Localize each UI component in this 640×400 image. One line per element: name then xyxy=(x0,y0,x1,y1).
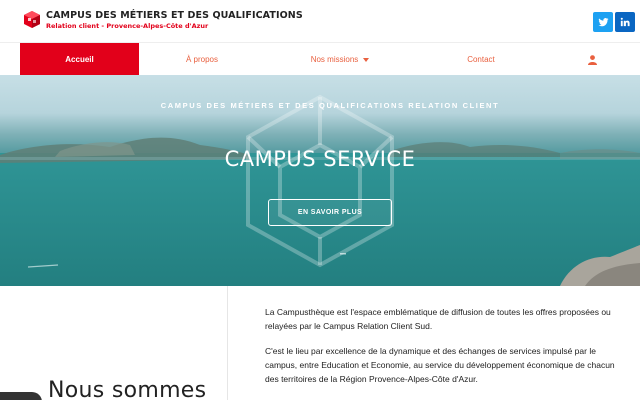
nav-item-a-propos[interactable]: À propos xyxy=(139,43,265,76)
hero-title: CAMPUS SERVICE xyxy=(224,147,416,171)
learn-more-button[interactable]: EN SAVOIR PLUS xyxy=(268,199,392,226)
twitter-button[interactable] xyxy=(593,12,613,32)
account-button[interactable] xyxy=(547,43,637,76)
twitter-icon xyxy=(597,17,609,26)
cookie-tab[interactable] xyxy=(0,392,42,400)
hero-banner: CAMPUS DES MÉTIERS ET DES QUALIFICATIONS… xyxy=(0,75,640,286)
linkedin-button[interactable] xyxy=(615,12,635,32)
logo-title: CAMPUS DES MÉTIERS ET DES QUALIFICATIONS xyxy=(46,10,303,21)
intro-paragraph-1: La Campusthèque est l'espace emblématiqu… xyxy=(265,307,611,331)
nav-item-contact[interactable]: Contact xyxy=(415,43,547,76)
site-header: CAMPUS DES MÉTIERS ET DES QUALIFICATIONS… xyxy=(0,0,640,42)
nav-item-accueil[interactable]: Accueil xyxy=(20,43,139,76)
nav-item-nos-missions-label: Nos missions xyxy=(310,55,359,64)
main-nav: Accueil À propos Nos missions Contact xyxy=(0,42,640,76)
section-divider xyxy=(227,286,228,400)
section-heading: Nous sommes xyxy=(48,378,207,400)
chevron-down-icon xyxy=(363,57,370,62)
campus-logo-icon xyxy=(24,11,40,28)
user-icon xyxy=(587,54,597,65)
site-logo[interactable]: CAMPUS DES MÉTIERS ET DES QUALIFICATIONS… xyxy=(22,10,303,31)
intro-section: La Campusthèque est l'espace emblématiqu… xyxy=(0,286,640,400)
hero-kicker: CAMPUS DES MÉTIERS ET DES QUALIFICATIONS… xyxy=(160,101,500,110)
linkedin-icon xyxy=(620,17,630,27)
intro-paragraph-2: C'est le lieu par excellence de la dynam… xyxy=(265,346,615,384)
nav-item-nos-missions[interactable]: Nos missions xyxy=(265,43,415,76)
logo-subtitle: Relation client - Provence-Alpes-Côte d'… xyxy=(46,22,209,30)
